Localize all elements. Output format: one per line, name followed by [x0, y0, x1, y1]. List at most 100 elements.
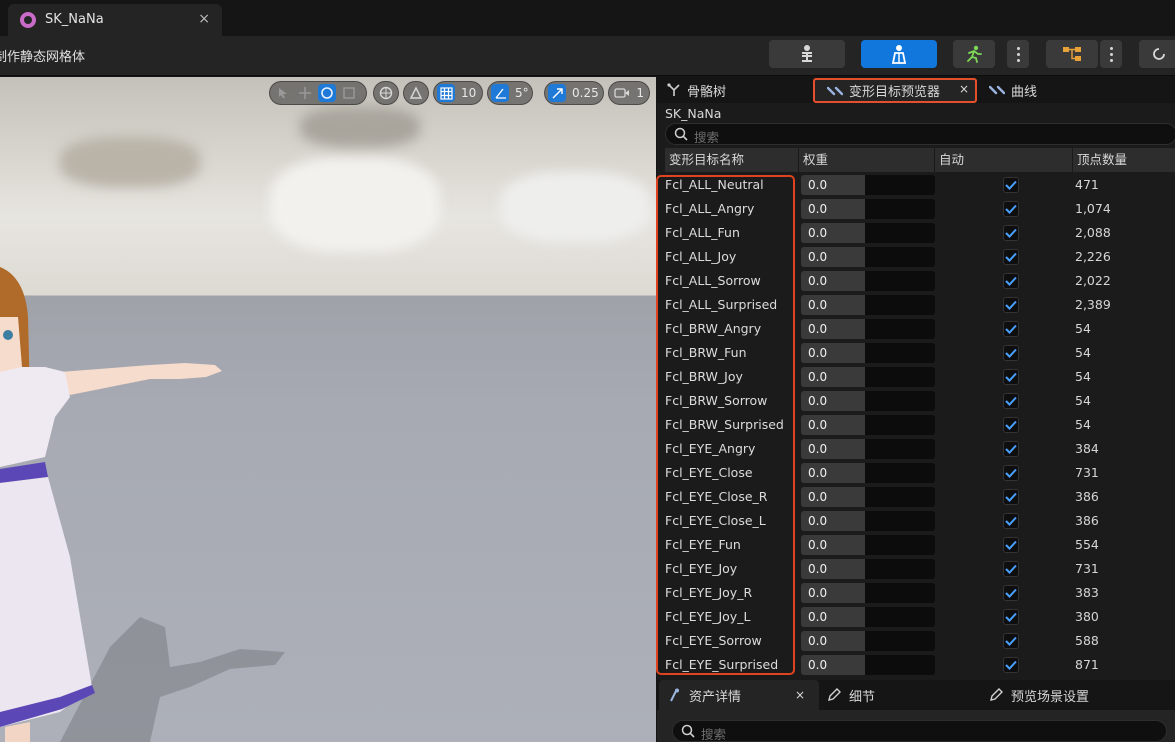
- auto-checkbox[interactable]: [1003, 393, 1019, 409]
- auto-checkbox[interactable]: [1003, 273, 1019, 289]
- close-tab-icon[interactable]: ×: [198, 11, 210, 27]
- weight-slider[interactable]: 0.0: [801, 631, 935, 651]
- auto-checkbox[interactable]: [1003, 585, 1019, 601]
- table-row[interactable]: Fcl_EYE_Joy_L 0.0 380: [665, 605, 1175, 629]
- table-row[interactable]: Fcl_EYE_Angry 0.0 384: [665, 437, 1175, 461]
- table-row[interactable]: Fcl_EYE_Close 0.0 731: [665, 461, 1175, 485]
- table-row[interactable]: Fcl_EYE_Sorrow 0.0 588: [665, 629, 1175, 653]
- table-row[interactable]: Fcl_EYE_Joy_R 0.0 383: [665, 581, 1175, 605]
- scale-snap-value[interactable]: 0.25: [572, 86, 599, 100]
- auto-checkbox[interactable]: [1003, 201, 1019, 217]
- close-tab-icon[interactable]: ×: [795, 688, 805, 702]
- table-row[interactable]: Fcl_BRW_Fun 0.0 54: [665, 341, 1175, 365]
- blueprint-options-more-icon[interactable]: [1100, 40, 1122, 68]
- table-row[interactable]: Fcl_EYE_Fun 0.0 554: [665, 533, 1175, 557]
- grid-snap-value[interactable]: 10: [461, 86, 476, 100]
- auto-checkbox[interactable]: [1003, 369, 1019, 385]
- tab-details[interactable]: 细节: [827, 680, 875, 710]
- blueprint-mode-button[interactable]: [1046, 40, 1098, 68]
- weight-slider[interactable]: 0.0: [801, 583, 935, 603]
- table-row[interactable]: Fcl_EYE_Close_R 0.0 386: [665, 485, 1175, 509]
- animation-options-more-icon[interactable]: [1007, 40, 1029, 68]
- table-row[interactable]: Fcl_BRW_Surprised 0.0 54: [665, 413, 1175, 437]
- table-row[interactable]: Fcl_EYE_Close_L 0.0 386: [665, 509, 1175, 533]
- weight-slider[interactable]: 0.0: [801, 175, 935, 195]
- mesh-mode-button[interactable]: [861, 40, 937, 68]
- auto-checkbox[interactable]: [1003, 561, 1019, 577]
- column-header-vertex-count[interactable]: 顶点数量: [1073, 148, 1175, 172]
- auto-checkbox[interactable]: [1003, 249, 1019, 265]
- table-row[interactable]: Fcl_ALL_Joy 0.0 2,226: [665, 245, 1175, 269]
- auto-checkbox[interactable]: [1003, 609, 1019, 625]
- scale-icon[interactable]: [340, 84, 358, 102]
- auto-checkbox[interactable]: [1003, 321, 1019, 337]
- table-row[interactable]: Fcl_EYE_Joy 0.0 731: [665, 557, 1175, 581]
- camera-speed-value[interactable]: 1: [636, 86, 644, 100]
- rotation-snap-control[interactable]: 5°: [487, 81, 533, 105]
- weight-slider[interactable]: 0.0: [801, 391, 935, 411]
- make-static-mesh-button[interactable]: 制作静态网格体: [0, 46, 85, 65]
- auto-checkbox[interactable]: [1003, 489, 1019, 505]
- table-row[interactable]: Fcl_BRW_Sorrow 0.0 54: [665, 389, 1175, 413]
- column-header-auto[interactable]: 自动: [935, 148, 1073, 172]
- scale-snap-control[interactable]: 0.25: [544, 81, 604, 105]
- auto-checkbox[interactable]: [1003, 633, 1019, 649]
- details-search-input[interactable]: 搜索: [672, 720, 1167, 742]
- table-row[interactable]: Fcl_ALL_Surprised 0.0 2,389: [665, 293, 1175, 317]
- weight-slider[interactable]: 0.0: [801, 439, 935, 459]
- auto-checkbox[interactable]: [1003, 297, 1019, 313]
- table-row[interactable]: Fcl_EYE_Surprised 0.0 871: [665, 653, 1175, 677]
- table-row[interactable]: Fcl_ALL_Fun 0.0 2,088: [665, 221, 1175, 245]
- table-row[interactable]: Fcl_BRW_Joy 0.0 54: [665, 365, 1175, 389]
- weight-slider[interactable]: 0.0: [801, 247, 935, 267]
- tab-skeleton-tree[interactable]: 骨骼树: [667, 77, 726, 103]
- weight-slider[interactable]: 0.0: [801, 535, 935, 555]
- weight-slider[interactable]: 0.0: [801, 367, 935, 387]
- weight-slider[interactable]: 0.0: [801, 463, 935, 483]
- table-row[interactable]: Fcl_ALL_Sorrow 0.0 2,022: [665, 269, 1175, 293]
- skeleton-mode-button[interactable]: [769, 40, 845, 68]
- table-row[interactable]: Fcl_ALL_Angry 0.0 1,074: [665, 197, 1175, 221]
- weight-slider[interactable]: 0.0: [801, 271, 935, 291]
- preview-viewport[interactable]: 10 5° 0.25 1: [0, 77, 656, 742]
- rotation-snap-value[interactable]: 5°: [515, 86, 529, 100]
- select-icon[interactable]: [274, 84, 292, 102]
- animation-mode-button[interactable]: [953, 40, 995, 68]
- grid-snap-control[interactable]: 10: [433, 81, 483, 105]
- close-tab-icon[interactable]: ×: [959, 82, 969, 96]
- auto-checkbox[interactable]: [1003, 513, 1019, 529]
- auto-checkbox[interactable]: [1003, 345, 1019, 361]
- table-row[interactable]: Fcl_ALL_Neutral 0.0 471: [665, 173, 1175, 197]
- surface-snapping-button[interactable]: [403, 81, 429, 105]
- weight-slider[interactable]: 0.0: [801, 559, 935, 579]
- auto-checkbox[interactable]: [1003, 417, 1019, 433]
- refresh-button[interactable]: [1139, 40, 1175, 68]
- weight-slider[interactable]: 0.0: [801, 655, 935, 675]
- auto-checkbox[interactable]: [1003, 657, 1019, 673]
- translate-icon[interactable]: [296, 84, 314, 102]
- auto-checkbox[interactable]: [1003, 465, 1019, 481]
- table-row[interactable]: Fcl_BRW_Angry 0.0 54: [665, 317, 1175, 341]
- rotate-icon[interactable]: [318, 84, 336, 102]
- weight-slider[interactable]: 0.0: [801, 295, 935, 315]
- column-header-name[interactable]: 变形目标名称: [665, 148, 799, 172]
- weight-slider[interactable]: 0.0: [801, 607, 935, 627]
- auto-checkbox[interactable]: [1003, 441, 1019, 457]
- auto-checkbox[interactable]: [1003, 537, 1019, 553]
- weight-slider[interactable]: 0.0: [801, 223, 935, 243]
- weight-slider[interactable]: 0.0: [801, 199, 935, 219]
- camera-speed-control[interactable]: 1: [608, 81, 650, 105]
- weight-slider[interactable]: 0.0: [801, 415, 935, 435]
- weight-slider[interactable]: 0.0: [801, 343, 935, 363]
- weight-slider[interactable]: 0.0: [801, 319, 935, 339]
- tab-preview-scene-settings[interactable]: 预览场景设置: [989, 680, 1089, 710]
- document-tab[interactable]: SK_NaNa ×: [8, 4, 222, 36]
- weight-slider[interactable]: 0.0: [801, 487, 935, 507]
- weight-slider[interactable]: 0.0: [801, 511, 935, 531]
- search-input[interactable]: 搜索: [665, 123, 1175, 145]
- tab-curves[interactable]: 曲线: [989, 77, 1037, 103]
- auto-checkbox[interactable]: [1003, 225, 1019, 241]
- column-header-weight[interactable]: 权重: [799, 148, 935, 172]
- coordinate-system-button[interactable]: [373, 81, 399, 105]
- auto-checkbox[interactable]: [1003, 177, 1019, 193]
